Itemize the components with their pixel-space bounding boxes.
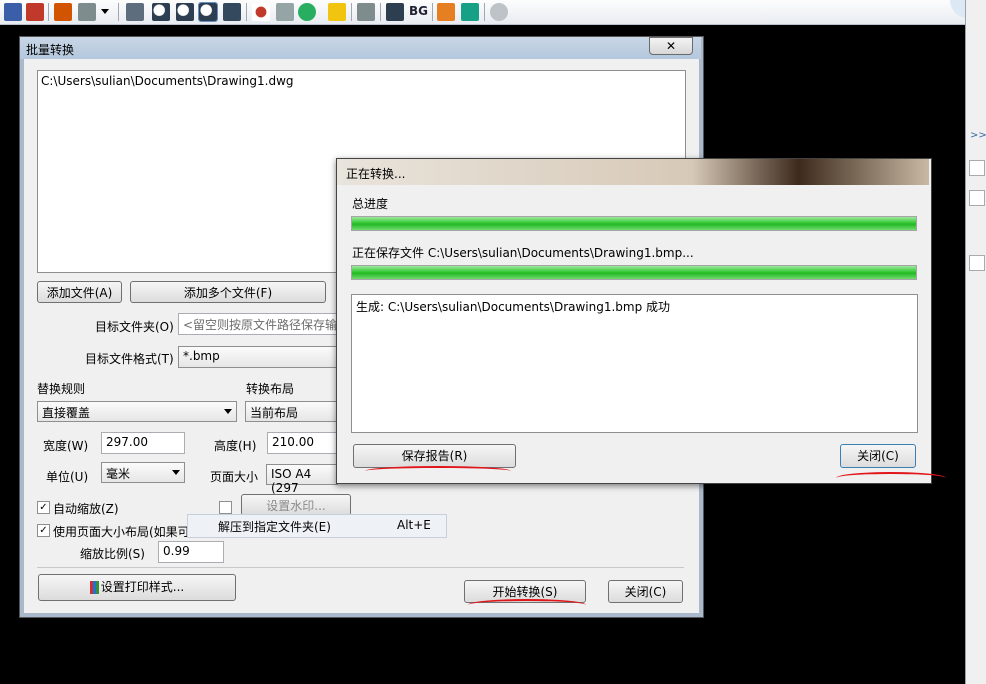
batch-close-button[interactable]: 关闭(C) [608, 580, 683, 603]
toolbar-separator [246, 3, 247, 21]
file-progress-fill [352, 266, 916, 279]
toolbar-separator [351, 3, 352, 21]
total-progress-bar [351, 216, 917, 231]
chevron-down-icon [172, 470, 180, 475]
layout-select[interactable]: 当前布局 [245, 401, 338, 422]
unit-label: 单位(U) [46, 470, 89, 484]
chevron-down-icon [224, 409, 232, 414]
replace-rule-select[interactable]: 直接覆盖 [37, 401, 237, 422]
add-multiple-files-button[interactable]: 添加多个文件(F) [130, 281, 326, 303]
scale-label: 缩放比例(S) [80, 547, 145, 561]
layers-icon[interactable] [357, 3, 375, 21]
menu-item-shortcut: Alt+E [397, 518, 431, 532]
print-style-label: 设置打印样式... [100, 580, 185, 594]
home-icon[interactable] [461, 3, 479, 21]
panel-control[interactable] [969, 160, 985, 176]
zoom-in-icon[interactable] [176, 3, 194, 21]
target-format-label: 目标文件格式(T) [85, 352, 174, 366]
info-icon[interactable] [490, 3, 508, 21]
right-side-panel: >> [965, 0, 986, 684]
save-report-button[interactable]: 保存报告(R) [353, 444, 516, 468]
paste-icon[interactable] [78, 3, 96, 21]
save-icon[interactable] [4, 3, 22, 21]
export-icon[interactable] [26, 3, 44, 21]
turtle-icon[interactable] [298, 3, 316, 21]
toolbar-separator [118, 3, 119, 21]
dialog-title: 正在转换... [346, 167, 406, 181]
auto-scale-checkbox[interactable]: ✓ [37, 501, 50, 514]
use-page-layout-label: 使用页面大小布局(如果可能) [53, 525, 207, 539]
batch-dialog-titlebar: 批量转换 ✕ [20, 37, 701, 59]
zoom-window-icon[interactable] [198, 2, 218, 22]
toolbar-separator [484, 3, 485, 21]
replace-rule-value: 直接覆盖 [42, 406, 91, 420]
file-progress-bar [351, 265, 917, 280]
layout-label: 转换布局 [246, 382, 295, 396]
main-toolbar: BG [0, 0, 965, 25]
target-format-select[interactable]: *.bmp [178, 346, 338, 368]
width-label: 宽度(W) [43, 439, 89, 453]
use-page-layout-checkbox[interactable]: ✓ [37, 524, 50, 537]
lightning-icon[interactable] [328, 3, 346, 21]
log-line: 生成: C:\Users\sulian\Documents\Drawing1.b… [356, 300, 671, 314]
red-annotation-underline [365, 466, 511, 476]
add-file-button[interactable]: 添加文件(A) [37, 281, 122, 303]
auto-scale-label: 自动缩放(Z) [53, 502, 119, 516]
color-bar-icon [95, 581, 99, 594]
dialog-title: 批量转换 [26, 43, 75, 57]
target-folder-input[interactable]: <留空则按原文件路径保存输 [178, 313, 338, 335]
expand-icon[interactable]: >> [970, 130, 986, 141]
zoom-extents-icon[interactable] [276, 3, 294, 21]
dropdown-arrow-icon[interactable] [101, 9, 109, 14]
red-annotation-underline [836, 472, 946, 484]
red-annotation-underline [468, 599, 586, 611]
watermark-button[interactable]: 设置水印... [241, 494, 351, 516]
page-size-label: 页面大小 [210, 470, 259, 484]
progress-dialog-titlebar: 正在转换... [337, 159, 929, 185]
height-label: 高度(H) [214, 439, 257, 453]
menu-item-extract[interactable]: 解压到指定文件夹(E) [218, 518, 331, 535]
total-progress-label: 总进度 [352, 197, 389, 211]
cut-icon[interactable] [54, 3, 72, 21]
zoom-out-icon[interactable] [152, 3, 170, 21]
print-style-button[interactable]: 设置打印样式... [38, 574, 236, 601]
context-menu: 解压到指定文件夹(E) Alt+E [187, 514, 447, 538]
close-icon[interactable]: ✕ [649, 37, 693, 55]
page-size-select[interactable]: ISO A4 (297 [266, 464, 338, 495]
toolbar-separator [48, 3, 49, 21]
scale-input[interactable]: 0.99 [158, 541, 224, 563]
width-input[interactable]: 297.00 [101, 432, 185, 454]
watermark-checkbox[interactable] [219, 501, 232, 514]
target-icon[interactable] [252, 3, 270, 21]
print-icon[interactable] [126, 3, 144, 21]
warning-icon[interactable] [437, 3, 455, 21]
progress-close-button[interactable]: 关闭(C) [840, 444, 916, 468]
panel-control[interactable] [969, 255, 985, 271]
divider [37, 567, 684, 568]
toolbar-separator [380, 3, 381, 21]
frame-icon[interactable] [386, 3, 404, 21]
target-folder-label: 目标文件夹(O) [95, 320, 174, 334]
height-input[interactable]: 210.00 [267, 432, 338, 454]
list-item[interactable]: C:\Users\sulian\Documents\Drawing1.dwg [41, 74, 294, 88]
background-toggle[interactable]: BG [409, 4, 428, 18]
total-progress-fill [352, 217, 916, 230]
saving-file-label: 正在保存文件 C:\Users\sulian\Documents\Drawing… [352, 246, 694, 260]
zoom-pan-icon[interactable] [223, 3, 241, 21]
unit-select[interactable]: 毫米 [101, 462, 185, 483]
log-panel[interactable]: 生成: C:\Users\sulian\Documents\Drawing1.b… [351, 294, 918, 433]
toolbar-separator [432, 3, 433, 21]
unit-value: 毫米 [106, 467, 131, 481]
panel-control[interactable] [969, 190, 985, 206]
replace-rule-label: 替换规则 [37, 382, 86, 396]
